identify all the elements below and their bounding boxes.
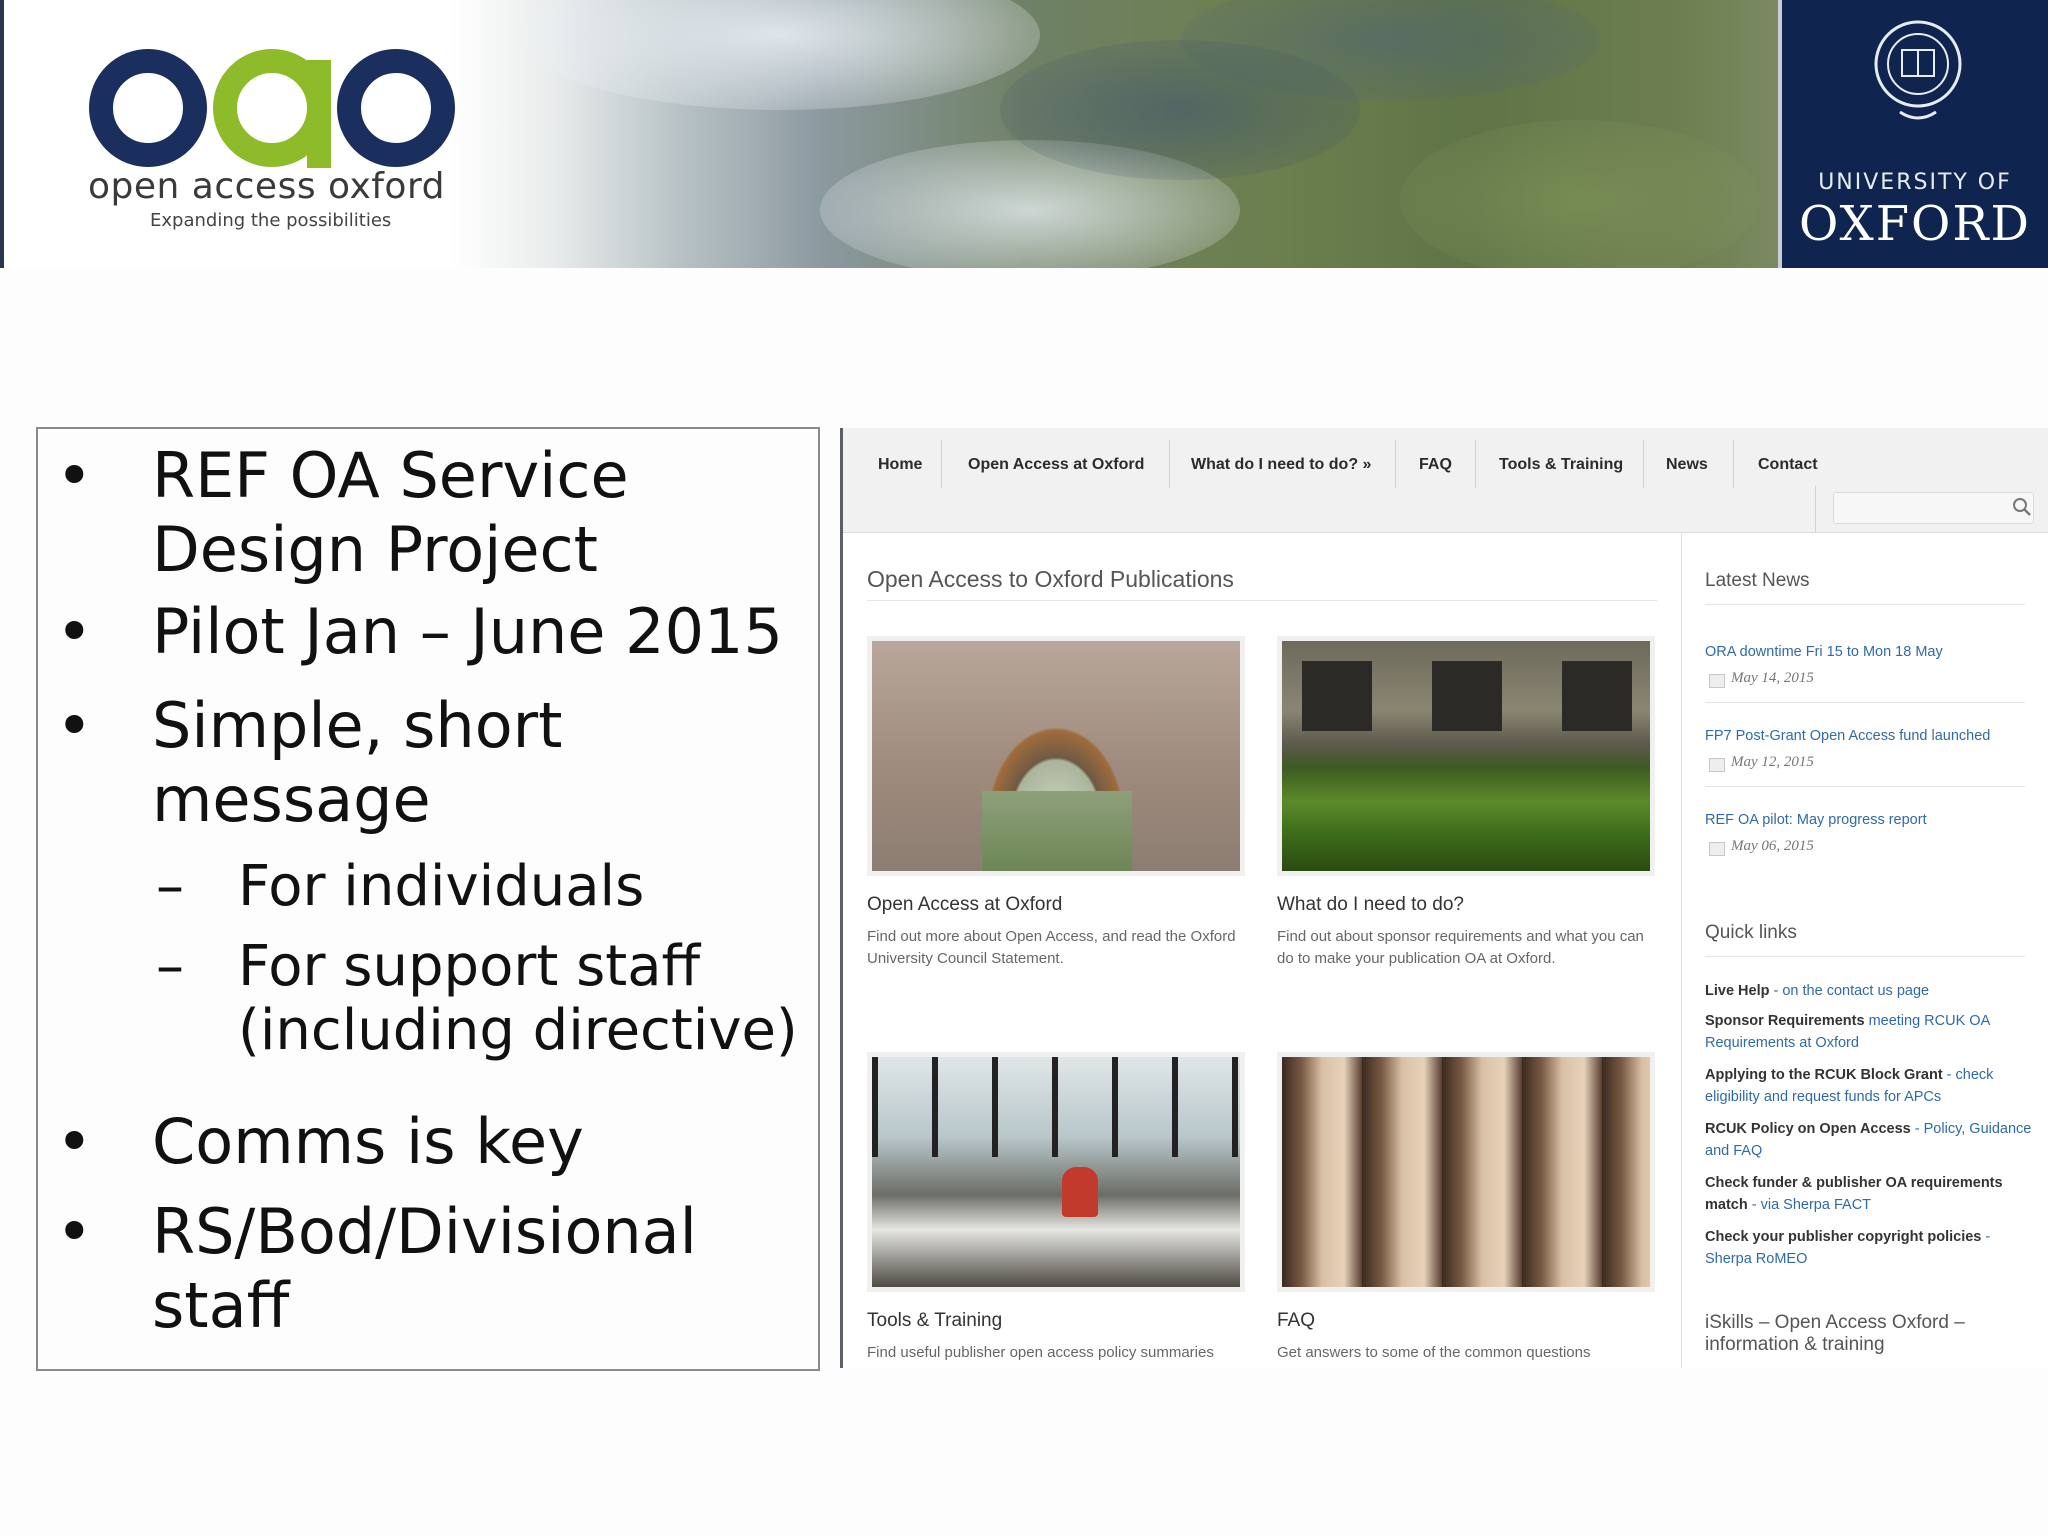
quick-link-sponsor-requirements[interactable]: Sponsor Requirements meeting RCUK OA Req… xyxy=(1705,1010,2035,1054)
oxford-crest-icon xyxy=(1874,20,1962,120)
calendar-icon xyxy=(1709,758,1725,772)
logo-name: open access oxford xyxy=(88,166,445,207)
card-description: Get answers to some of the common questi… xyxy=(1277,1344,1591,1361)
quick-link-rcuk-policy[interactable]: RCUK Policy on Open Access - Policy, Gui… xyxy=(1705,1118,2035,1162)
card-title[interactable]: FAQ xyxy=(1277,1310,1315,1332)
archway-photo[interactable] xyxy=(867,636,1245,876)
header-banner: open access oxford Expanding the possibi… xyxy=(0,0,2048,268)
latest-news-heading: Latest News xyxy=(1705,570,1810,591)
news-date: May 06, 2015 xyxy=(1731,838,1814,854)
news-item-link[interactable]: ORA downtime Fri 15 to Mon 18 May xyxy=(1705,644,1943,660)
nav-news[interactable]: News xyxy=(1666,446,1708,484)
card-description: Find useful publisher open access policy… xyxy=(867,1344,1214,1361)
search-input[interactable] xyxy=(1833,492,2034,524)
calendar-icon xyxy=(1709,674,1725,688)
logo-tagline: Expanding the possibilities xyxy=(150,210,392,231)
page-title: Open Access to Oxford Publications xyxy=(867,566,1234,592)
calendar-icon xyxy=(1709,842,1725,856)
card-description: Find out more about Open Access, and rea… xyxy=(867,928,1236,967)
card-description: Find out about sponsor requirements and … xyxy=(1277,928,1644,967)
cloister-photo[interactable] xyxy=(1277,1052,1655,1292)
oao-logo-mark xyxy=(89,49,455,168)
oxford-wordmark: OXFORD xyxy=(1799,196,2031,252)
website-screenshot: Home Open Access at Oxford What do I nee… xyxy=(840,428,2048,1368)
nav-open-access-at-oxford[interactable]: Open Access at Oxford xyxy=(968,446,1144,484)
nav-tools-training[interactable]: Tools & Training xyxy=(1499,446,1623,484)
oxford-logo: UNIVERSITY OF OXFORD xyxy=(1778,0,2048,268)
nav-what-do-i-need-to-do[interactable]: What do I need to do? » xyxy=(1191,446,1371,484)
oao-logo: open access oxford Expanding the possibi… xyxy=(80,40,460,240)
search-icon[interactable] xyxy=(2011,496,2033,518)
quick-link-sherpa-fact[interactable]: Check funder & publisher OA requirements… xyxy=(1705,1172,2035,1216)
news-item-link[interactable]: REF OA pilot: May progress report xyxy=(1705,812,1927,828)
card-title[interactable]: Tools & Training xyxy=(867,1310,1002,1332)
news-item-link[interactable]: FP7 Post-Grant Open Access fund launched xyxy=(1705,728,1990,744)
nav-home[interactable]: Home xyxy=(878,446,922,484)
card-title[interactable]: What do I need to do? xyxy=(1277,894,1464,916)
quick-links-heading: Quick links xyxy=(1705,922,1797,943)
news-date: May 12, 2015 xyxy=(1731,754,1814,770)
top-nav: Home Open Access at Oxford What do I nee… xyxy=(843,428,2048,533)
news-date: May 14, 2015 xyxy=(1731,670,1814,686)
nav-contact[interactable]: Contact xyxy=(1758,446,1818,484)
nav-faq[interactable]: FAQ xyxy=(1419,446,1452,484)
university-of-label: UNIVERSITY OF xyxy=(1818,170,2012,195)
lawn-photo[interactable] xyxy=(1277,636,1655,876)
quick-link-sherpa-romeo[interactable]: Check your publisher copyright policies … xyxy=(1705,1226,2035,1270)
quick-link-live-help[interactable]: Live Help - on the contact us page xyxy=(1705,980,2035,1002)
iskills-heading[interactable]: iSkills – Open Access Oxford – informati… xyxy=(1705,1312,2035,1356)
card-title[interactable]: Open Access at Oxford xyxy=(867,894,1062,916)
bullet-list: • REF OA Service Design Project • Pilot J… xyxy=(36,427,820,1371)
quick-link-rcuk-block-grant[interactable]: Applying to the RCUK Block Grant - check… xyxy=(1705,1064,2035,1108)
library-photo[interactable] xyxy=(867,1052,1245,1292)
